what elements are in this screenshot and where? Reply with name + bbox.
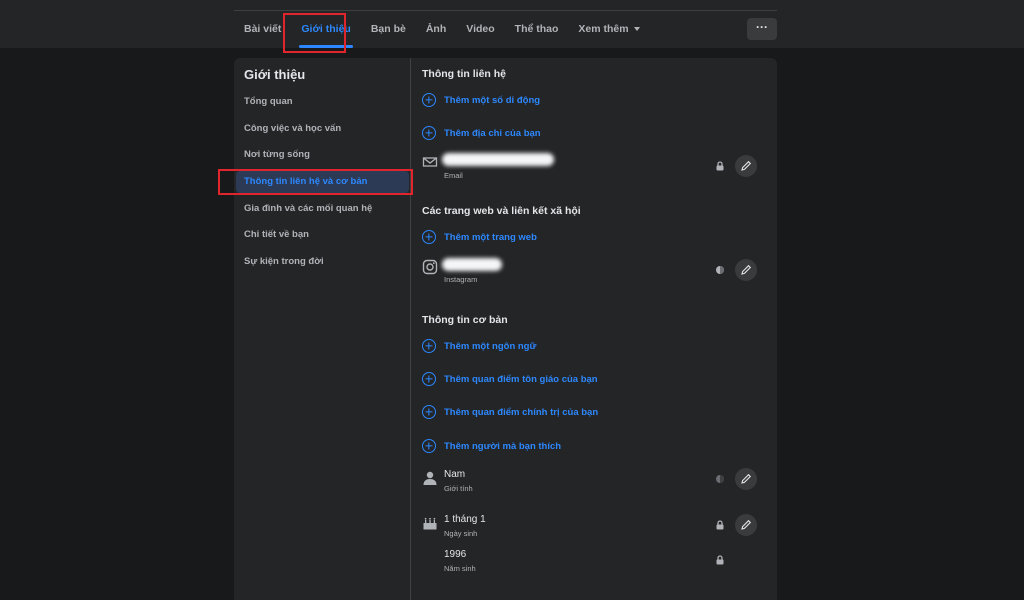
add-address-button[interactable]: Thêm địa chỉ của bạn: [422, 125, 541, 141]
sidebar-item-life-events[interactable]: Sự kiện trong đời: [236, 251, 409, 273]
lock-icon[interactable]: [715, 555, 725, 565]
add-religion-button[interactable]: Thêm quan điểm tôn giáo của bạn: [422, 371, 598, 387]
plus-circle-icon: [422, 339, 436, 353]
more-options-button[interactable]: ···: [747, 18, 777, 40]
websites-section-title: Các trang web và liên kết xã hội: [422, 205, 581, 217]
tab-video[interactable]: Video: [456, 11, 504, 48]
edit-gender-button[interactable]: [735, 468, 757, 490]
email-label: Email: [444, 171, 463, 180]
profile-tabs-container: Bài viết Giới thiệu Bạn bè Ảnh Video Thể…: [234, 10, 777, 48]
pencil-icon: [741, 519, 752, 530]
plus-circle-icon: [422, 372, 436, 386]
edit-email-button[interactable]: [735, 155, 757, 177]
globe-icon[interactable]: [715, 474, 725, 484]
cake-icon: [423, 517, 437, 530]
pencil-icon: [741, 264, 752, 275]
caret-down-icon: [633, 27, 640, 32]
profile-nav-bar: Bài viết Giới thiệu Bạn bè Ảnh Video Thể…: [0, 0, 1024, 48]
pencil-icon: [741, 160, 752, 171]
sidebar-item-family-relationships[interactable]: Gia đình và các mối quan hệ: [236, 198, 409, 220]
edit-birthday-button[interactable]: [735, 514, 757, 536]
contact-section-title: Thông tin liên hệ: [422, 68, 506, 80]
add-website-label: Thêm một trang web: [444, 231, 537, 243]
gender-value: Nam: [444, 469, 466, 480]
person-icon: [423, 471, 437, 485]
add-interested-in-label: Thêm người mà bạn thích: [444, 440, 562, 452]
add-religion-label: Thêm quan điểm tôn giáo của bạn: [444, 373, 598, 385]
sidebar-item-places-lived[interactable]: Nơi từng sống: [236, 144, 409, 166]
about-sidebar: Giới thiệu Tổng quan Công việc và học vấ…: [234, 58, 411, 600]
envelope-icon: [422, 157, 438, 167]
plus-circle-icon: [422, 230, 436, 244]
birthday-label: Ngày sinh: [444, 529, 478, 538]
tab-friends[interactable]: Bạn bè: [361, 11, 416, 48]
sidebar-item-contact-basic-info[interactable]: Thông tin liên hệ và cơ bản: [236, 171, 409, 193]
gender-label: Giới tính: [444, 484, 473, 493]
birthday-value: 1 tháng 1: [444, 514, 486, 525]
add-phone-label: Thêm một số di động: [444, 94, 541, 106]
sidebar-item-overview[interactable]: Tổng quan: [236, 91, 409, 113]
birth-year-label: Năm sinh: [444, 564, 476, 573]
gender-row: Nam Giới tính: [422, 468, 767, 499]
tab-posts[interactable]: Bài viết: [234, 11, 291, 48]
tab-photos[interactable]: Ảnh: [416, 11, 456, 48]
globe-icon[interactable]: [715, 265, 725, 275]
birth-year-value: 1996: [444, 549, 467, 560]
add-language-button[interactable]: Thêm một ngôn ngữ: [422, 338, 536, 354]
sidebar-item-details-about-you[interactable]: Chi tiết về bạn: [236, 224, 409, 246]
add-phone-button[interactable]: Thêm một số di động: [422, 92, 540, 108]
profile-tabs: Bài viết Giới thiệu Bạn bè Ảnh Video Thể…: [234, 11, 650, 49]
about-content: Thông tin liên hệ Thêm một số di động Th…: [412, 58, 777, 600]
add-language-label: Thêm một ngôn ngữ: [444, 340, 537, 352]
tab-see-more-label: Xem thêm: [578, 23, 629, 35]
add-website-button[interactable]: Thêm một trang web: [422, 229, 537, 245]
sidebar-item-work-education[interactable]: Công việc và học vấn: [236, 118, 409, 140]
birthday-row: 1 tháng 1 Ngày sinh: [422, 514, 767, 544]
email-row: Email: [422, 153, 767, 183]
sidebar-title: Giới thiệu: [244, 67, 306, 82]
lock-icon[interactable]: [715, 520, 725, 530]
basic-section-title: Thông tin cơ bản: [422, 314, 508, 326]
pencil-icon: [741, 473, 752, 484]
add-political-button[interactable]: Thêm quan điểm chính trị của bạn: [422, 404, 598, 420]
instagram-icon: [422, 259, 438, 275]
instagram-redacted: [442, 258, 502, 271]
instagram-row: Instagram: [422, 258, 767, 288]
birth-year-row: 1996 Năm sinh: [422, 549, 767, 579]
edit-instagram-button[interactable]: [735, 259, 757, 281]
tab-sports[interactable]: Thể thao: [505, 11, 569, 48]
tab-about[interactable]: Giới thiệu: [291, 11, 360, 48]
plus-circle-icon: [422, 439, 436, 453]
lock-icon[interactable]: [715, 161, 725, 171]
add-address-label: Thêm địa chỉ của bạn: [444, 127, 541, 139]
plus-circle-icon: [422, 93, 436, 107]
add-political-label: Thêm quan điểm chính trị của bạn: [444, 406, 599, 418]
instagram-label: Instagram: [444, 275, 478, 284]
about-card: Giới thiệu Tổng quan Công việc và học vấ…: [234, 58, 777, 600]
plus-circle-icon: [422, 405, 436, 419]
plus-circle-icon: [422, 126, 436, 140]
add-interested-in-button[interactable]: Thêm người mà bạn thích: [422, 438, 561, 454]
tab-see-more[interactable]: Xem thêm: [568, 11, 649, 48]
email-redacted: [442, 153, 554, 166]
